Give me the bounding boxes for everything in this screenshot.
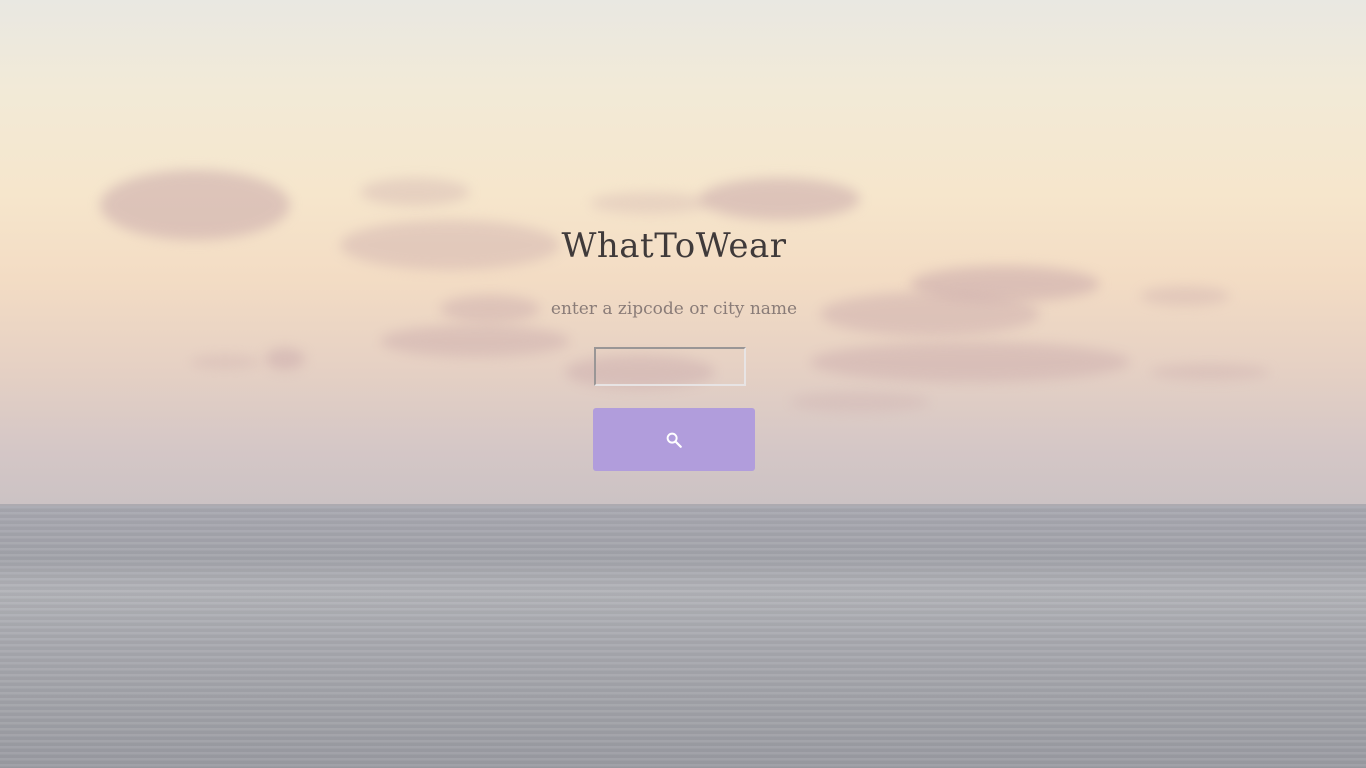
cloud bbox=[380, 325, 570, 357]
search-prompt: enter a zipcode or city name bbox=[550, 299, 798, 319]
cloud bbox=[590, 192, 710, 214]
cloud bbox=[810, 342, 1130, 382]
cloud bbox=[1150, 364, 1270, 380]
cloud bbox=[700, 178, 860, 220]
search-icon bbox=[666, 432, 682, 448]
location-search-input[interactable] bbox=[594, 347, 746, 386]
cloud bbox=[190, 355, 260, 369]
search-button[interactable] bbox=[593, 408, 755, 471]
cloud bbox=[790, 392, 930, 412]
cloud bbox=[265, 348, 305, 370]
app-title: WhatToWear bbox=[561, 226, 787, 266]
cloud bbox=[360, 178, 470, 206]
sea bbox=[0, 506, 1366, 768]
